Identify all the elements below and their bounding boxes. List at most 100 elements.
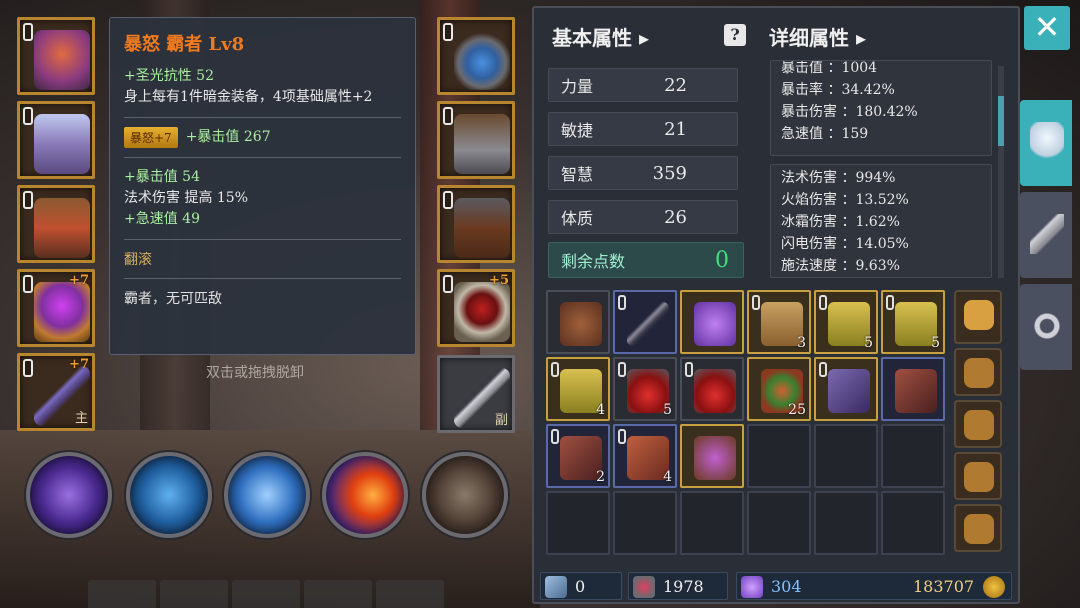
gloves-sword-icon <box>1030 214 1064 254</box>
inventory-slot[interactable] <box>546 290 610 354</box>
backpack-icon <box>964 462 994 492</box>
bag-tab[interactable] <box>954 290 1002 344</box>
inventory-slot[interactable]: 5 <box>881 290 945 354</box>
detail-attributes-tab[interactable]: 详细属性 ▸ <box>769 22 866 51</box>
lock-icon <box>443 107 453 125</box>
inventory-slot[interactable]: 4 <box>613 424 677 488</box>
item-count: 5 <box>663 402 672 418</box>
ring-slot[interactable]: +7 <box>17 269 95 347</box>
bag-tab[interactable] <box>954 348 1002 396</box>
stat-value: 22 <box>664 74 687 96</box>
helmet-slot[interactable] <box>17 17 95 95</box>
equipment-tab[interactable] <box>1020 100 1072 186</box>
lock-icon <box>23 275 33 293</box>
gem-count: 304 <box>771 577 802 596</box>
lock-icon <box>443 191 453 209</box>
bag-tab[interactable] <box>954 504 1002 552</box>
inventory-slot[interactable]: 3 <box>747 290 811 354</box>
item-count: 4 <box>663 469 672 485</box>
gauntlet-icon <box>454 114 510 174</box>
stat-strength: 力量 22 <box>548 68 738 102</box>
inventory-slot[interactable] <box>680 357 744 421</box>
skill-frost-figure-icon[interactable] <box>126 452 212 538</box>
health-potion-icon <box>694 369 736 413</box>
detail-scrollbar[interactable] <box>998 66 1004 278</box>
points-label: 剩余点数 <box>561 252 626 271</box>
inventory-slot[interactable] <box>814 357 878 421</box>
detail-line: 法术伤害 ：994% <box>781 170 896 186</box>
amulet-icon <box>454 30 510 90</box>
bag-tab[interactable] <box>954 400 1002 448</box>
ring-slot-2[interactable]: +5 <box>437 269 515 347</box>
lock-icon <box>23 107 33 125</box>
key-count: 0 <box>575 577 586 596</box>
stat-label: 体质 <box>561 209 594 228</box>
offhand-slot[interactable]: 副 <box>437 355 515 433</box>
boots-slot[interactable] <box>437 185 515 263</box>
lock-icon <box>443 275 453 293</box>
gloves-slot[interactable] <box>437 101 515 179</box>
inventory-slot[interactable] <box>814 491 878 555</box>
bag-tab[interactable] <box>954 452 1002 500</box>
hotbar-slot[interactable] <box>304 580 372 608</box>
detail-line: 急速值 ：159 <box>781 126 869 142</box>
help-icon[interactable]: ? <box>724 24 746 46</box>
inventory-slot[interactable]: 5 <box>613 357 677 421</box>
detail-damage-box: 法术伤害 ：994% 火焰伤害 ：13.52% 冰霜伤害 ：1.62% 闪电伤害… <box>770 164 992 278</box>
item-tooltip: 暴怒 霸者 Lv8 +圣光抗性 52 身上每有1件暗金装备，4项基础属性+2 暴… <box>109 17 416 355</box>
lock-icon <box>23 191 33 209</box>
inventory-slot[interactable]: 2 <box>546 424 610 488</box>
basic-attributes-tab[interactable]: 基本属性 ▸ <box>552 22 649 51</box>
lock-icon <box>23 23 33 41</box>
inventory-slot[interactable] <box>747 424 811 488</box>
skill-void-icon[interactable] <box>26 452 112 538</box>
chest-slot[interactable] <box>17 101 95 179</box>
hotbar-slot[interactable] <box>376 580 444 608</box>
inventory-slot[interactable] <box>881 424 945 488</box>
inventory-slot[interactable] <box>814 424 878 488</box>
skill-fireball-icon[interactable] <box>322 452 408 538</box>
item-stat: +圣光抗性 52 <box>124 68 214 84</box>
boots-icon <box>454 198 510 258</box>
character-panel: 基本属性 ▸ ? 详细属性 ▸ 力量 22 敏捷 21 智慧 359 体质 26… <box>532 6 1020 604</box>
settings-tab[interactable] <box>1020 284 1072 370</box>
inventory-slot[interactable] <box>613 491 677 555</box>
inventory-slot[interactable] <box>613 290 677 354</box>
inventory-slot[interactable] <box>546 491 610 555</box>
inventory-slot[interactable] <box>680 491 744 555</box>
stat-agility: 敏捷 21 <box>548 112 738 146</box>
inventory-slot[interactable] <box>680 424 744 488</box>
hotbar-slot[interactable] <box>88 580 156 608</box>
scrollbar-thumb[interactable] <box>998 96 1004 146</box>
crafting-tab[interactable] <box>1020 192 1072 278</box>
item-count: 5 <box>864 335 873 351</box>
ruby-ring-icon <box>454 282 510 342</box>
item-stat: +暴击值 54 <box>124 169 200 185</box>
inventory-slot[interactable] <box>881 357 945 421</box>
inventory-slot[interactable] <box>881 491 945 555</box>
pants-slot[interactable] <box>17 185 95 263</box>
stat-wisdom: 智慧 359 <box>548 156 738 190</box>
inventory-slot[interactable]: 4 <box>546 357 610 421</box>
stat-label: 力量 <box>561 77 594 96</box>
inventory-slot[interactable]: 5 <box>814 290 878 354</box>
weapon-slot[interactable]: +7 主 <box>17 353 95 431</box>
detail-line: 冰霜伤害 ：1.62% <box>781 214 900 230</box>
inventory-slot[interactable]: 25 <box>747 357 811 421</box>
item-stat: +暴击值 267 <box>185 129 271 145</box>
heart-shield-icon <box>633 576 655 598</box>
inventory-slot[interactable] <box>747 491 811 555</box>
close-button[interactable]: ✕ <box>1024 6 1070 50</box>
skill-lightning-orb-icon[interactable] <box>224 452 310 538</box>
inventory-slot[interactable] <box>680 290 744 354</box>
item-stat: +急速值 49 <box>124 211 200 227</box>
hotbar-slot[interactable] <box>160 580 228 608</box>
detail-line: 暴击值 ：1004 <box>781 60 878 76</box>
item-skill: 翻滚 <box>124 252 152 268</box>
item-set-bonus: 身上每有1件暗金装备，4项基础属性+2 <box>124 89 373 105</box>
skill-roll-icon[interactable] <box>422 452 508 538</box>
necklace-slot[interactable] <box>437 17 515 95</box>
stat-label: 智慧 <box>561 165 594 184</box>
hotbar-slot[interactable] <box>232 580 300 608</box>
lock-icon <box>551 362 559 377</box>
